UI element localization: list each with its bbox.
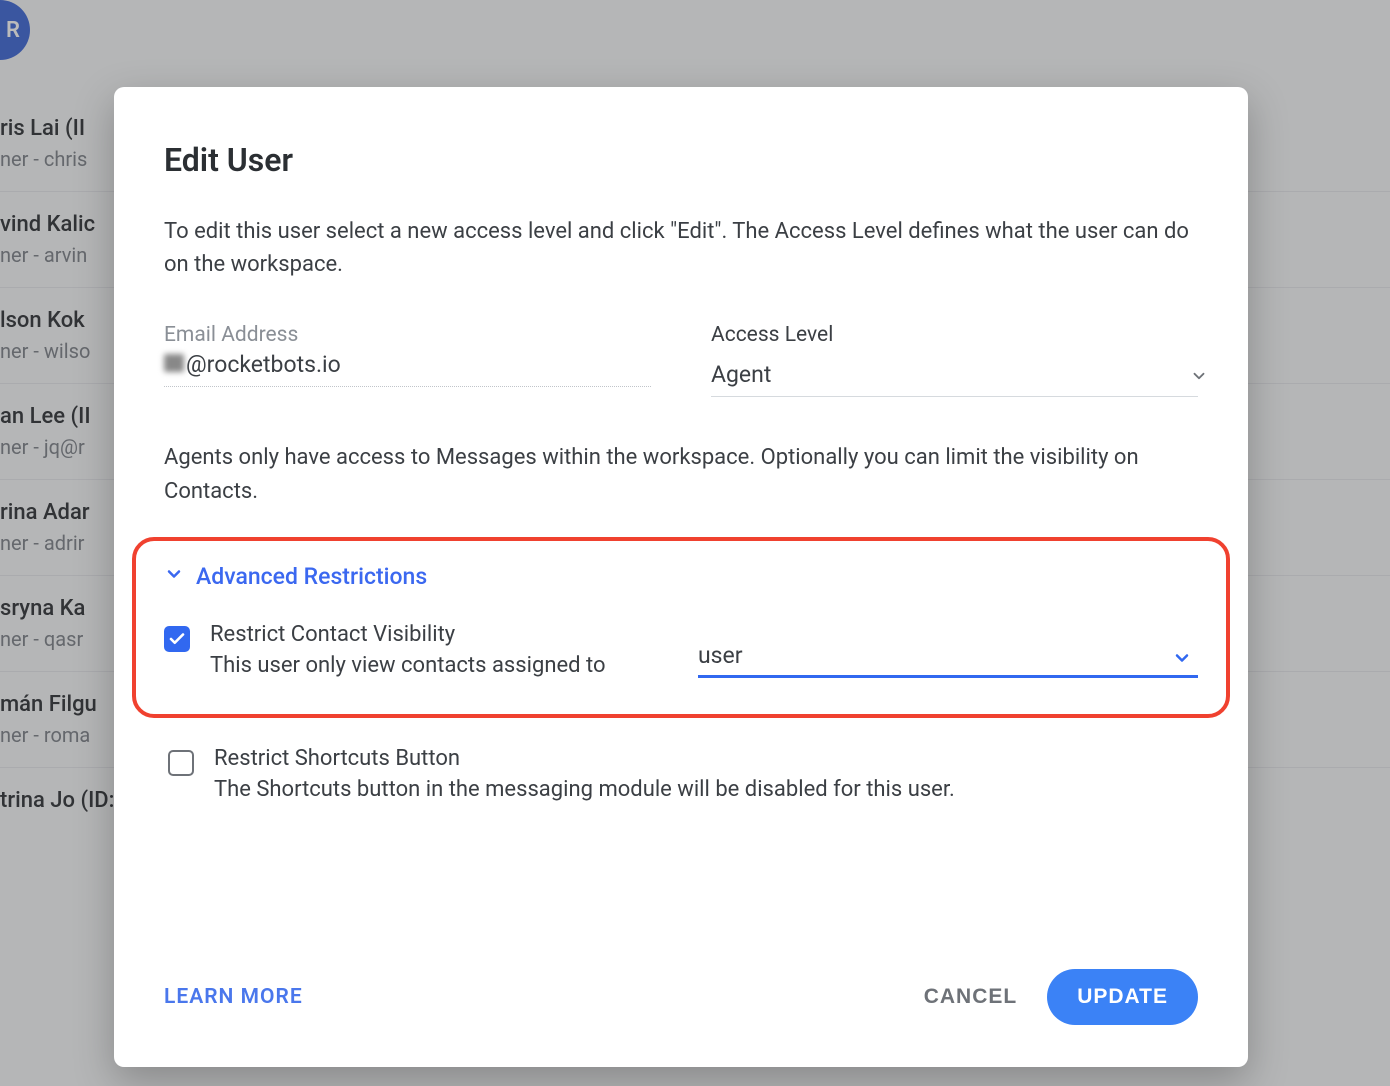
edit-user-dialog: Edit User To edit this user select a new… (114, 87, 1248, 1067)
advanced-restrictions-highlight: Advanced Restrictions Restrict Contact V… (132, 537, 1230, 718)
email-field-group: Email Address @rocketbots.io (164, 323, 651, 397)
restrict-contact-value: user (698, 642, 1198, 678)
learn-more-link[interactable]: LEARN MORE (164, 985, 303, 1009)
restrict-contact-title: Restrict Contact Visibility (210, 622, 678, 647)
restrict-shortcuts-title: Restrict Shortcuts Button (214, 746, 1198, 771)
email-label: Email Address (164, 323, 651, 347)
email-value: @rocketbots.io (186, 351, 341, 378)
access-level-field-group: Access Level Agent (711, 323, 1198, 397)
chevron-down-icon (1172, 648, 1192, 672)
restrict-shortcuts-checkbox[interactable] (168, 750, 194, 776)
access-level-select[interactable]: Agent (711, 357, 1198, 397)
access-level-label: Access Level (711, 323, 1198, 347)
update-button[interactable]: UPDATE (1047, 969, 1198, 1025)
restrict-contact-sub: This user only view contacts assigned to (210, 653, 678, 678)
dialog-description: To edit this user select a new access le… (164, 215, 1198, 281)
email-input[interactable]: @rocketbots.io (164, 347, 651, 387)
chevron-down-icon (164, 563, 184, 590)
access-level-value: Agent (711, 357, 1198, 397)
restrict-shortcuts-text: Restrict Shortcuts Button The Shortcuts … (214, 746, 1198, 802)
restrict-contact-text: Restrict Contact Visibility This user on… (210, 622, 678, 678)
restrict-contact-select[interactable]: user (698, 642, 1198, 678)
restrict-contact-checkbox[interactable] (164, 626, 190, 652)
dialog-title: Edit User (164, 141, 1198, 179)
restrict-shortcuts-sub: The Shortcuts button in the messaging mo… (214, 777, 1198, 802)
agent-note: Agents only have access to Messages with… (164, 441, 1198, 509)
advanced-restrictions-toggle[interactable]: Advanced Restrictions (164, 563, 1198, 590)
email-redacted-prefix (164, 354, 184, 372)
cancel-button[interactable]: CANCEL (924, 985, 1018, 1009)
advanced-restrictions-label: Advanced Restrictions (196, 563, 427, 590)
